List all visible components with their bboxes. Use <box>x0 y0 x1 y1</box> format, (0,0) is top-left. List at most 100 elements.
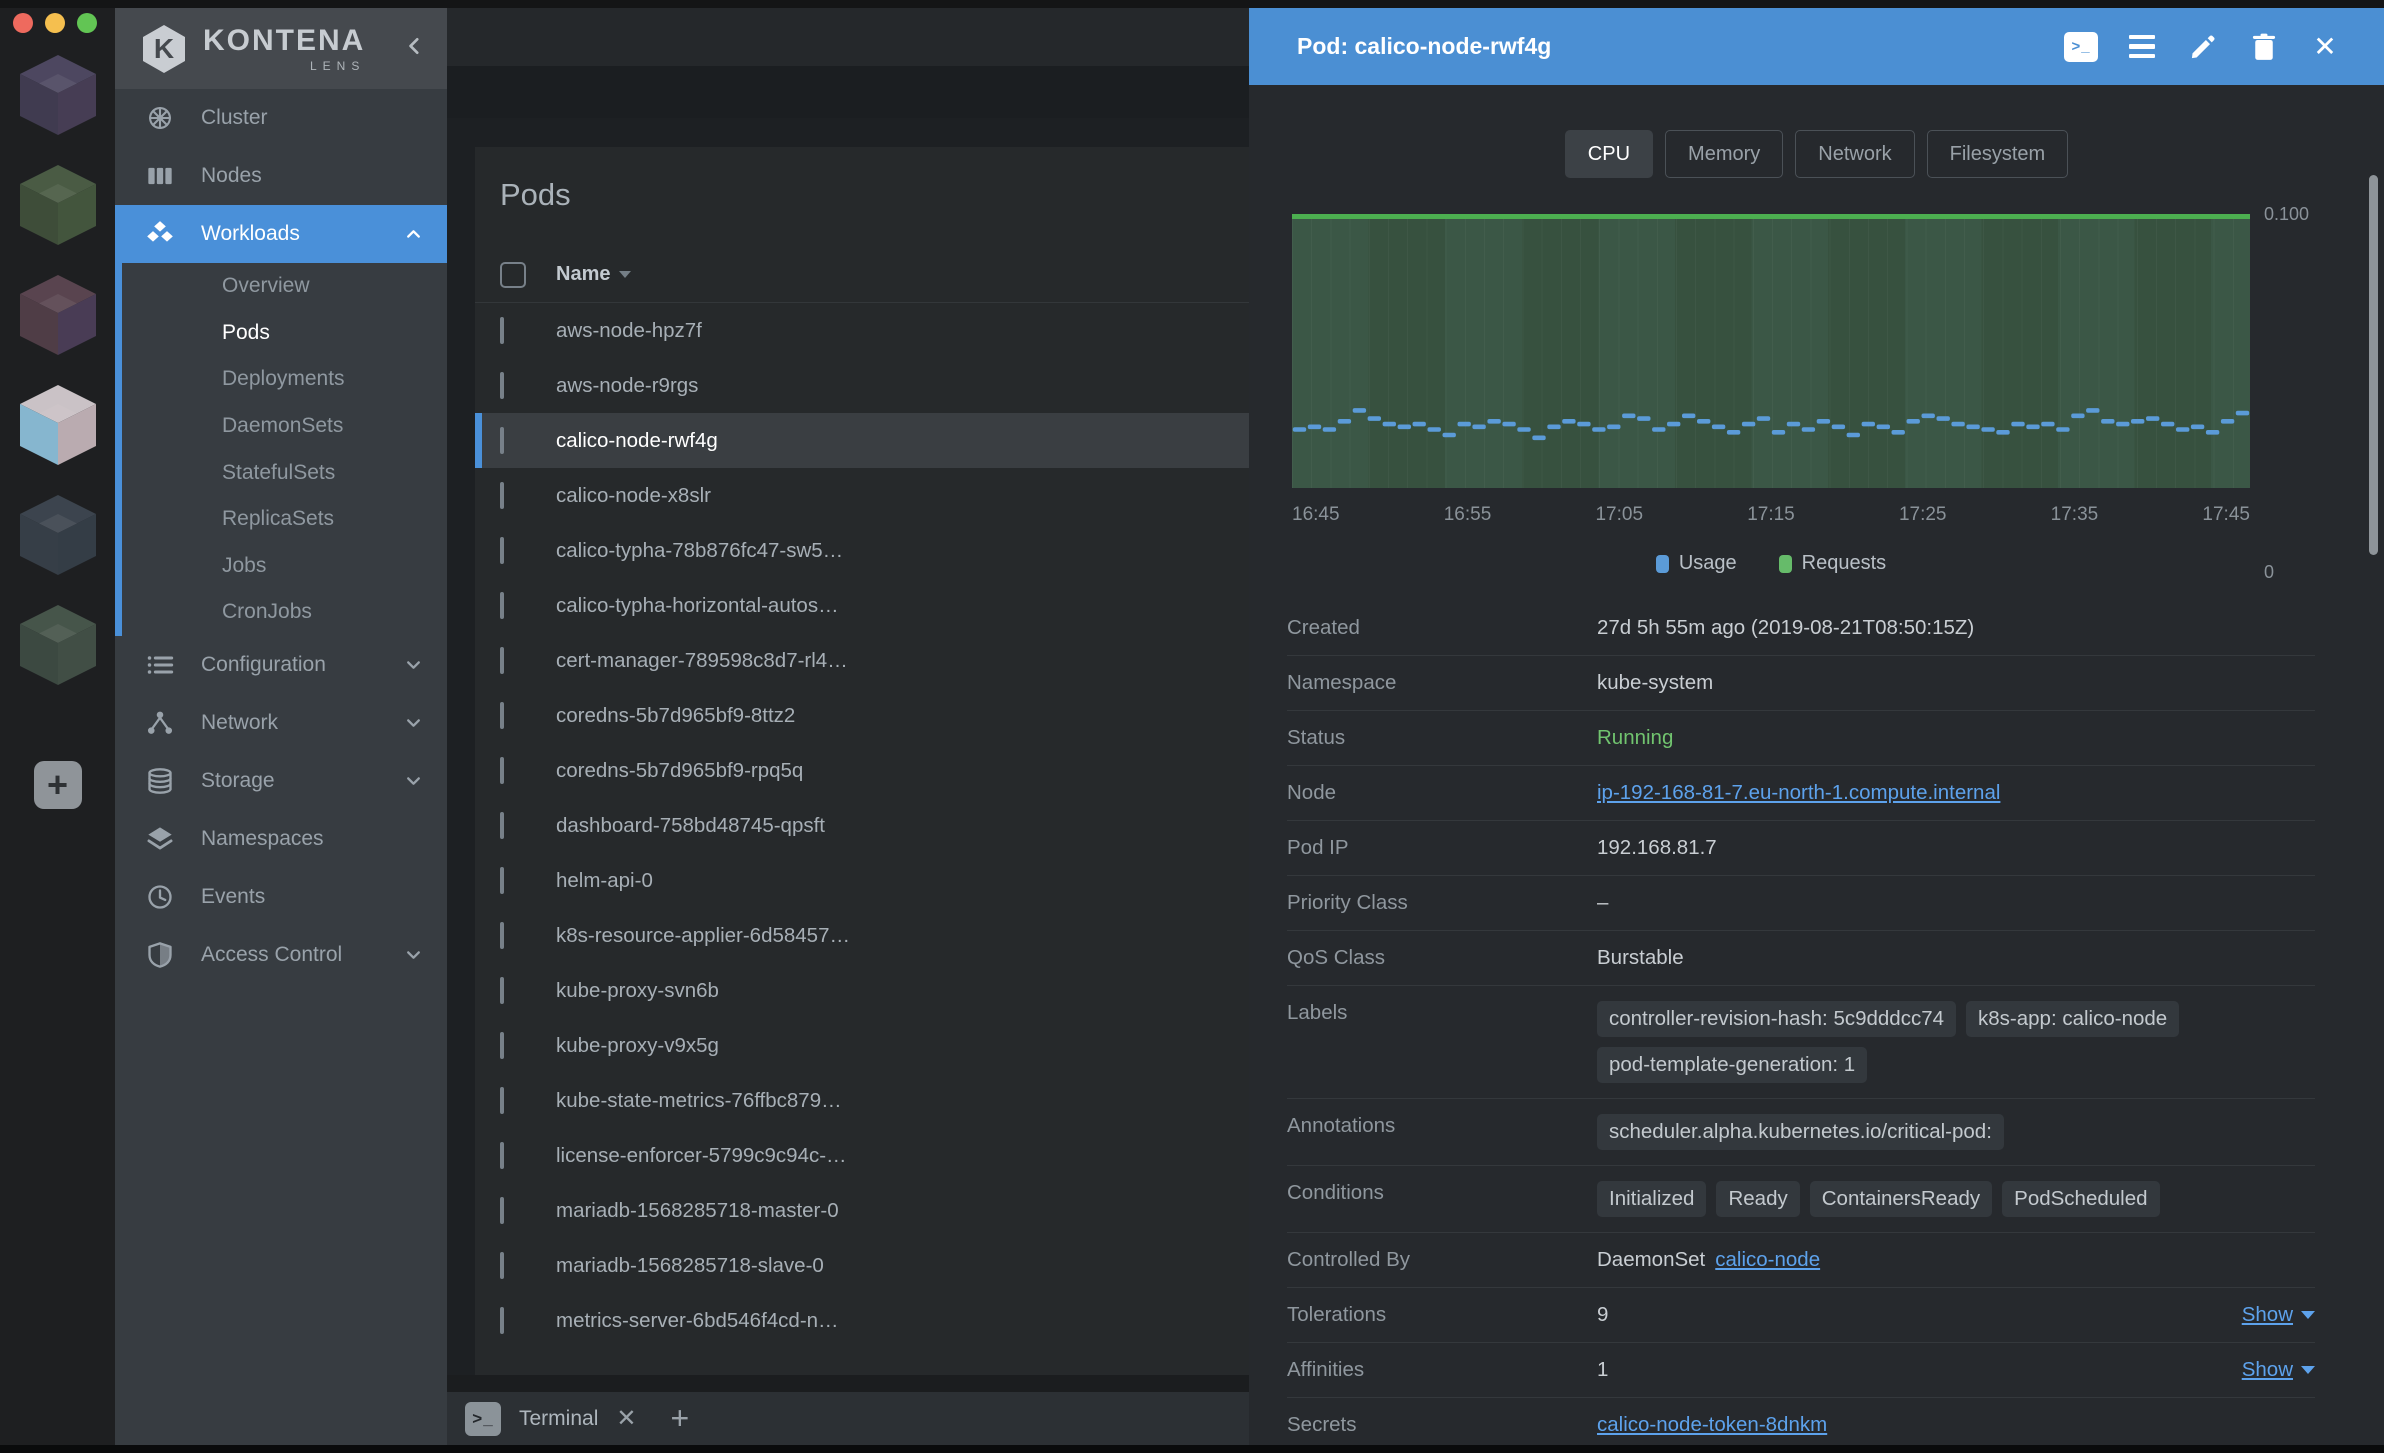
sidebar-subitem-jobs[interactable]: Jobs <box>122 543 447 590</box>
sidebar-subitem-pods[interactable]: Pods <box>122 310 447 357</box>
namespaces-icon <box>145 824 175 854</box>
x-tick-label: 16:55 <box>1444 504 1492 526</box>
detail-row-qos-class: QoS Class Burstable <box>1287 931 2315 986</box>
detail-row-priority-class: Priority Class – <box>1287 876 2315 931</box>
row-checkbox[interactable] <box>500 592 504 619</box>
detail-row-status: Status Running <box>1287 711 2315 766</box>
row-checkbox[interactable] <box>500 977 504 1004</box>
close-window-icon[interactable] <box>13 13 33 33</box>
edit-icon[interactable] <box>2186 32 2220 62</box>
row-checkbox[interactable] <box>500 482 504 509</box>
detail-link[interactable]: ip-192-168-81-7.eu-north-1.compute.inter… <box>1597 781 2000 805</box>
metrics-tab-cpu[interactable]: CPU <box>1565 130 1653 178</box>
detail-badge: PodScheduled <box>2002 1181 2159 1217</box>
add-cluster-button[interactable]: + <box>34 761 82 809</box>
detail-label: Conditions <box>1287 1181 1597 1205</box>
detail-badge: pod-template-generation: 1 <box>1597 1047 1867 1083</box>
sidebar-collapse-button[interactable] <box>405 36 425 61</box>
row-checkbox[interactable] <box>500 1142 504 1169</box>
row-checkbox[interactable] <box>500 922 504 949</box>
sidebar-item-namespaces[interactable]: Namespaces <box>115 810 447 868</box>
cluster-icon-slate[interactable] <box>18 493 98 577</box>
lens-app-window: + K KONTENA LENS Cluster Nodes Workloads… <box>0 0 2384 1453</box>
row-checkbox[interactable] <box>500 812 504 839</box>
sidebar-item-network[interactable]: Network <box>115 694 447 752</box>
cluster-icon-purple[interactable] <box>18 53 98 137</box>
metrics-tab-filesystem[interactable]: Filesystem <box>1927 130 2069 178</box>
detail-label: Created <box>1287 616 1597 640</box>
detail-label: Priority Class <box>1287 891 1597 915</box>
cluster-icon-green[interactable] <box>18 163 98 247</box>
chevron-down-icon <box>404 655 423 674</box>
cluster-icon-dark-green[interactable] <box>18 603 98 687</box>
detail-row-secrets: Secrets calico-node-token-8dnkm <box>1287 1398 2315 1445</box>
metrics-tab-network[interactable]: Network <box>1795 130 1914 178</box>
row-checkbox[interactable] <box>500 427 504 454</box>
row-checkbox[interactable] <box>500 537 504 564</box>
sidebar-subitem-daemonsets[interactable]: DaemonSets <box>122 403 447 450</box>
detail-link[interactable]: calico-node <box>1715 1248 1820 1272</box>
row-checkbox[interactable] <box>500 1087 504 1114</box>
chevron-up-icon <box>404 225 423 244</box>
sidebar-subitem-cronjobs[interactable]: CronJobs <box>122 589 447 636</box>
chevron-down-icon <box>404 945 423 964</box>
sidebar-item-cluster[interactable]: Cluster <box>115 89 447 147</box>
row-checkbox[interactable] <box>500 702 504 729</box>
sidebar-item-storage[interactable]: Storage <box>115 752 447 810</box>
sidebar-subitem-deployments[interactable]: Deployments <box>122 356 447 403</box>
row-checkbox[interactable] <box>500 1252 504 1279</box>
select-all-checkbox[interactable] <box>500 262 526 288</box>
sidebar-subitem-replicasets[interactable]: ReplicaSets <box>122 496 447 543</box>
detail-row-labels: Labels controller-revision-hash: 5c9dddc… <box>1287 986 2315 1099</box>
workloads-submenu: OverviewPodsDeploymentsDaemonSetsStatefu… <box>115 263 447 636</box>
detail-row-node: Node ip-192-168-81-7.eu-north-1.compute.… <box>1287 766 2315 821</box>
show-toggle[interactable]: Show <box>2242 1303 2315 1327</box>
cpu-chart-plot <box>1292 214 2250 488</box>
close-icon[interactable]: ✕ <box>2308 32 2342 62</box>
terminal-close-icon[interactable]: ✕ <box>616 1404 636 1433</box>
sidebar-item-events[interactable]: Events <box>115 868 447 926</box>
sidebar-subitem-statefulsets[interactable]: StatefulSets <box>122 449 447 496</box>
legend-requests[interactable]: Requests <box>1779 552 1887 575</box>
metrics-tab-memory[interactable]: Memory <box>1665 130 1783 178</box>
cluster-icon-light-active[interactable] <box>18 383 98 467</box>
y-axis-max-label: 0.100 <box>2264 204 2309 225</box>
row-checkbox[interactable] <box>500 647 504 674</box>
row-checkbox[interactable] <box>500 317 504 344</box>
row-checkbox[interactable] <box>500 1032 504 1059</box>
detail-row-controlled-by: Controlled By DaemonSet calico-node <box>1287 1233 2315 1288</box>
zoom-window-icon[interactable] <box>77 13 97 33</box>
detail-badge: ContainersReady <box>1810 1181 1992 1217</box>
sidebar-item-label: Namespaces <box>201 827 324 851</box>
sidebar-item-label: Nodes <box>201 164 262 188</box>
drawer-scrollbar-thumb[interactable] <box>2369 175 2378 555</box>
detail-link[interactable]: calico-node-token-8dnkm <box>1597 1413 1827 1437</box>
sidebar-item-configuration[interactable]: Configuration <box>115 636 447 694</box>
sidebar-item-workloads[interactable]: Workloads <box>115 205 447 263</box>
row-checkbox[interactable] <box>500 1307 504 1334</box>
sidebar-item-access-control[interactable]: Access Control <box>115 926 447 984</box>
detail-badge: Initialized <box>1597 1181 1706 1217</box>
row-checkbox[interactable] <box>500 372 504 399</box>
sidebar-item-nodes[interactable]: Nodes <box>115 147 447 205</box>
show-toggle[interactable]: Show <box>2242 1358 2315 1382</box>
usage-swatch-icon <box>1656 555 1669 573</box>
kontena-hexagon-logo-icon: K <box>141 24 187 74</box>
sidebar-item-label: Access Control <box>201 943 342 967</box>
sidebar-item-label: Storage <box>201 769 275 793</box>
sidebar-subitem-overview[interactable]: Overview <box>122 263 447 310</box>
x-axis-labels: 16:4516:5517:0517:1517:2517:3517:45 <box>1292 504 2250 526</box>
pod-logs-icon[interactable] <box>2125 32 2159 62</box>
terminal-add-icon[interactable]: + <box>670 1400 689 1437</box>
row-checkbox[interactable] <box>500 1197 504 1224</box>
minimize-window-icon[interactable] <box>45 13 65 33</box>
legend-usage[interactable]: Usage <box>1656 552 1737 575</box>
delete-icon[interactable] <box>2247 32 2281 62</box>
detail-badge: k8s-app: calico-node <box>1966 1001 2179 1037</box>
terminal-tab-label[interactable]: Terminal <box>519 1407 598 1431</box>
row-checkbox[interactable] <box>500 867 504 894</box>
row-checkbox[interactable] <box>500 757 504 784</box>
pod-shell-icon[interactable]: >_ <box>2064 32 2098 62</box>
pod-details-list: Created 27d 5h 55m ago (2019-08-21T08:50… <box>1287 601 2315 1445</box>
cluster-icon-maroon[interactable] <box>18 273 98 357</box>
